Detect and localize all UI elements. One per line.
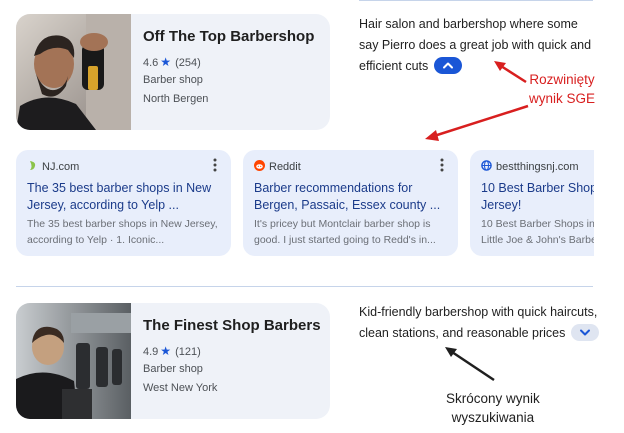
annotation-line: Rozwinięty [529, 72, 595, 87]
annotation-line: Skrócony wynik [446, 391, 540, 406]
annotation-line: wynik SGE [529, 91, 596, 106]
red-arrow-1 [500, 64, 527, 84]
annotation-arrows [425, 61, 529, 382]
annotation-collapsed: Skrócony wynik wyszukiwania [446, 389, 540, 427]
annotation-expanded: Rozwinięty wynik SGE [529, 70, 595, 108]
annotation-line: wyszukiwania [451, 410, 535, 425]
red-arrow-2 [433, 104, 529, 138]
black-arrow [451, 350, 495, 382]
red-arrowhead-2 [425, 130, 439, 141]
